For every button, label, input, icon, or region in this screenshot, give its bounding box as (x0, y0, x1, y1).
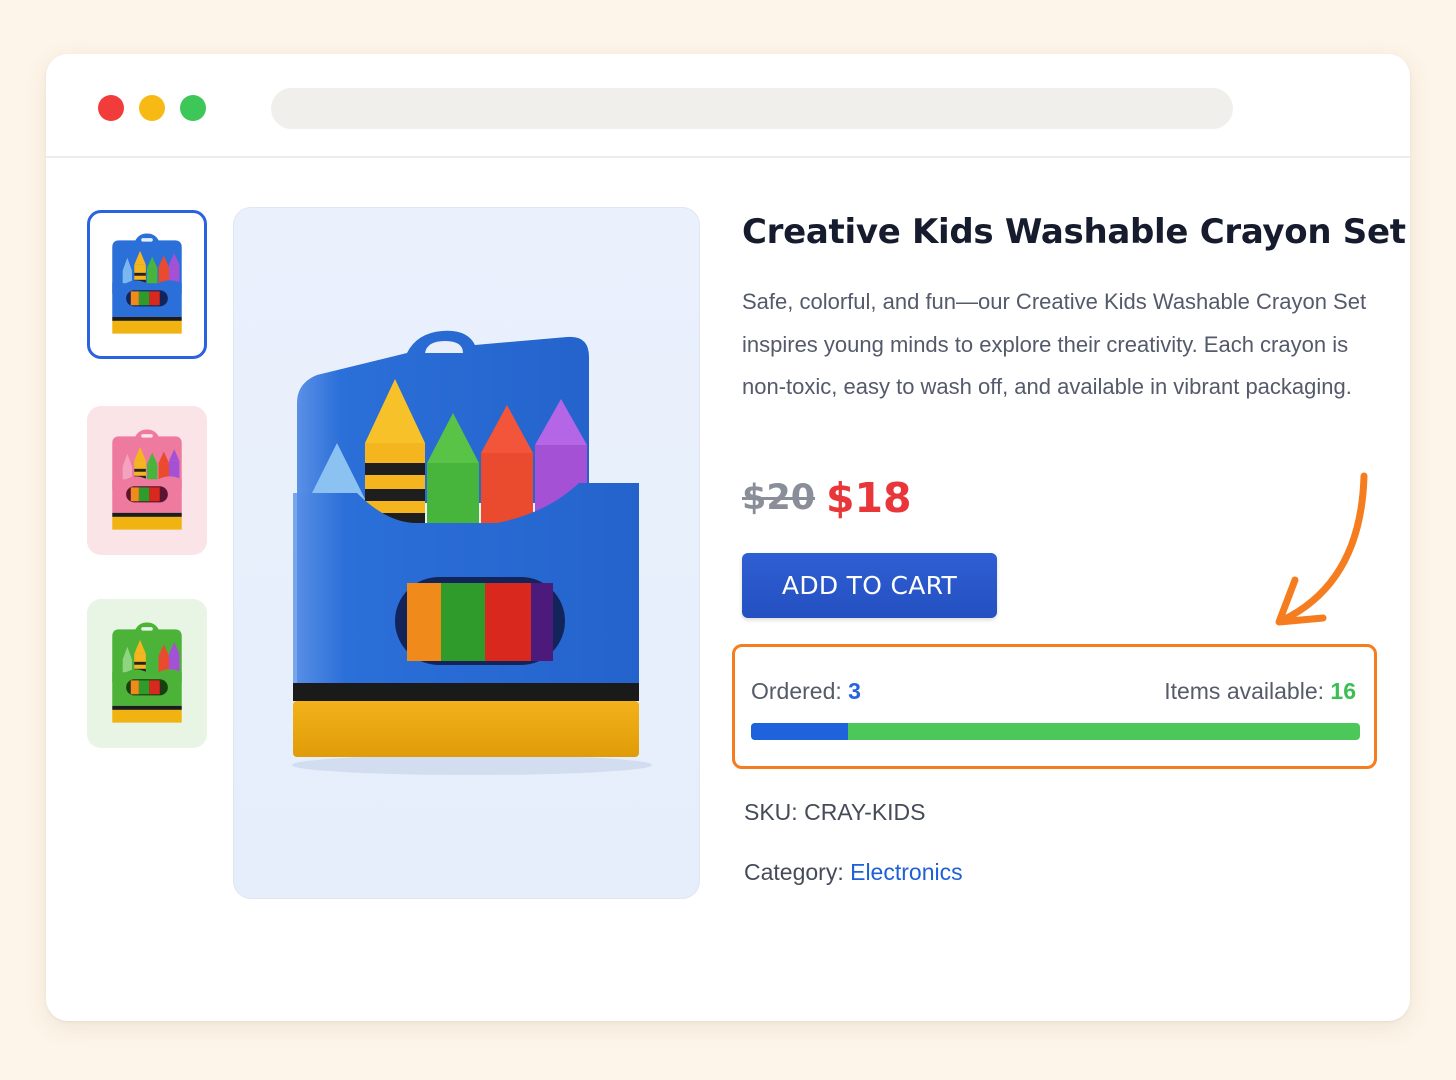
category-label: Category: (744, 859, 844, 885)
ordered-progress-fill (751, 723, 849, 740)
ordered-count: Ordered: 3 (751, 678, 861, 705)
original-price: $20 (742, 478, 816, 518)
stock-status-panel: Ordered: 3 Items available: 16 (732, 644, 1377, 769)
thumbnail-pink-box[interactable] (87, 406, 207, 555)
crayon-box-pink-icon (112, 428, 182, 530)
product-title: Creative Kids Washable Crayon Set (742, 212, 1406, 252)
crayon-box-blue-icon (112, 232, 182, 334)
close-window-dot[interactable] (98, 95, 124, 121)
product-description: Safe, colorful, and fun—our Creative Kid… (742, 289, 1367, 399)
available-count: Items available: 16 (1164, 678, 1356, 705)
browser-toolbar (46, 54, 1410, 158)
stock-progress-bar (751, 723, 1360, 740)
thumbnail-blue-box[interactable] (87, 210, 207, 359)
sku-label: SKU: (744, 799, 798, 825)
main-product-image[interactable] (233, 207, 700, 899)
address-bar[interactable] (271, 88, 1233, 129)
category-link[interactable]: Electronics (850, 859, 962, 885)
ordered-label: Ordered: (751, 678, 842, 704)
sku-line: SKU: CRAY-KIDS (744, 799, 926, 826)
sku-value: CRAY-KIDS (804, 799, 926, 825)
available-value: 16 (1330, 678, 1356, 704)
available-label: Items available: (1164, 678, 1325, 704)
add-to-cart-button[interactable]: ADD TO CART (742, 553, 997, 618)
maximize-window-dot[interactable] (180, 95, 206, 121)
thumbnail-green-box[interactable] (87, 599, 207, 748)
minimize-window-dot[interactable] (139, 95, 165, 121)
crayon-box-green-icon (112, 621, 182, 723)
category-line: Category: Electronics (744, 859, 963, 886)
browser-window: Creative Kids Washable Crayon Set Safe, … (46, 54, 1410, 1021)
curved-arrow-icon (1275, 472, 1368, 626)
crayon-box-main-icon (291, 330, 652, 775)
sale-price: $18 (826, 474, 912, 522)
ordered-value: 3 (848, 678, 861, 704)
